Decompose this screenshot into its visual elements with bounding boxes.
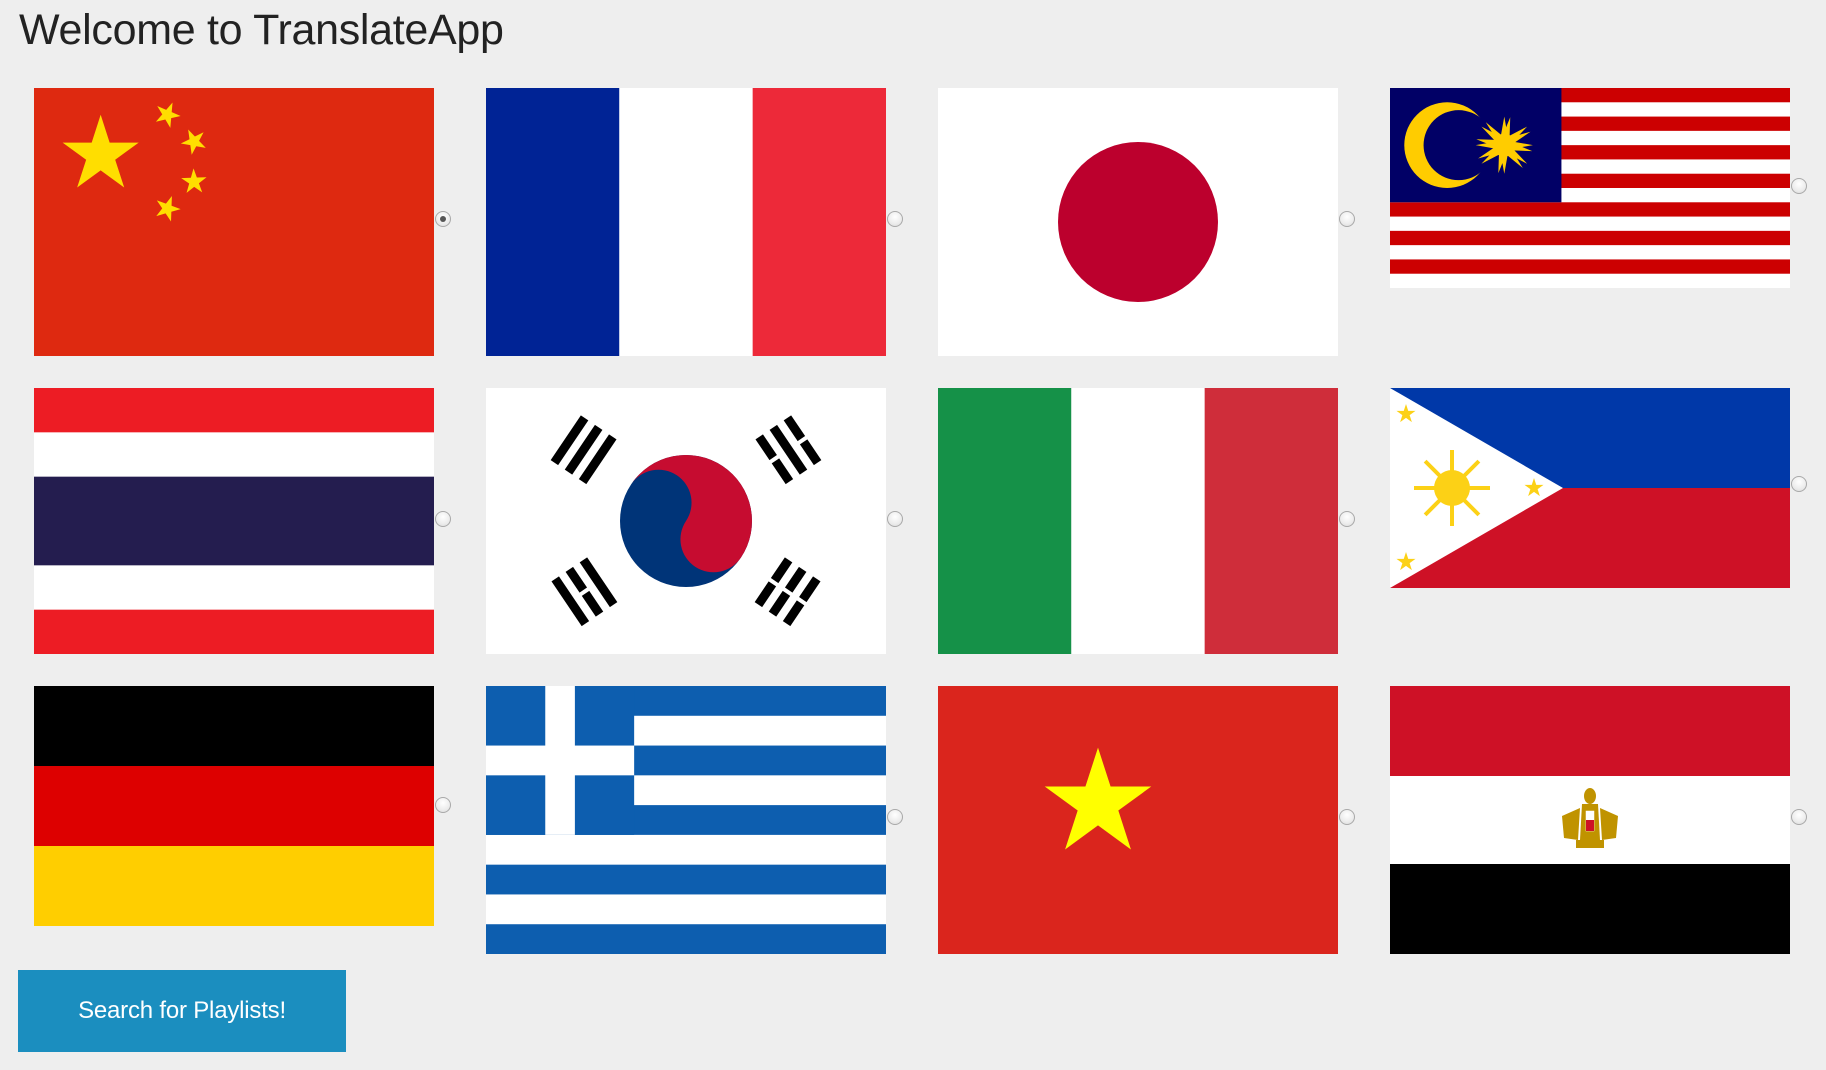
thailand-flag-icon <box>34 388 434 654</box>
flag-thailand[interactable] <box>34 388 434 654</box>
flag-france[interactable] <box>486 88 886 356</box>
china-flag-icon <box>34 88 434 356</box>
radio-china[interactable] <box>435 211 451 227</box>
radio-france[interactable] <box>887 211 903 227</box>
germany-flag-icon <box>34 686 434 926</box>
flag-south-korea[interactable] <box>486 388 886 654</box>
page-title: Welcome to TranslateApp <box>19 6 504 54</box>
flag-italy[interactable] <box>938 388 1338 654</box>
flag-philippines[interactable] <box>1390 388 1790 588</box>
radio-thailand[interactable] <box>435 511 451 527</box>
vietnam-flag-icon <box>938 686 1338 954</box>
egypt-flag-icon <box>1390 686 1790 954</box>
radio-malaysia[interactable] <box>1791 178 1807 194</box>
flag-malaysia[interactable] <box>1390 88 1790 288</box>
south-korea-flag-icon <box>486 388 886 654</box>
flag-vietnam[interactable] <box>938 686 1338 954</box>
france-flag-icon <box>486 88 886 356</box>
radio-south-korea[interactable] <box>887 511 903 527</box>
philippines-flag-icon <box>1390 388 1790 588</box>
flag-china[interactable] <box>34 88 434 356</box>
radio-egypt[interactable] <box>1791 809 1807 825</box>
radio-japan[interactable] <box>1339 211 1355 227</box>
search-playlists-button[interactable]: Search for Playlists! <box>18 970 346 1052</box>
greece-flag-icon <box>486 686 886 954</box>
radio-italy[interactable] <box>1339 511 1355 527</box>
flag-japan[interactable] <box>938 88 1338 356</box>
flag-greece[interactable] <box>486 686 886 954</box>
radio-greece[interactable] <box>887 809 903 825</box>
malaysia-flag-icon <box>1390 88 1790 288</box>
flag-egypt[interactable] <box>1390 686 1790 954</box>
radio-vietnam[interactable] <box>1339 809 1355 825</box>
flag-germany[interactable] <box>34 686 434 926</box>
italy-flag-icon <box>938 388 1338 654</box>
radio-germany[interactable] <box>435 797 451 813</box>
japan-flag-icon <box>938 88 1338 356</box>
radio-philippines[interactable] <box>1791 476 1807 492</box>
